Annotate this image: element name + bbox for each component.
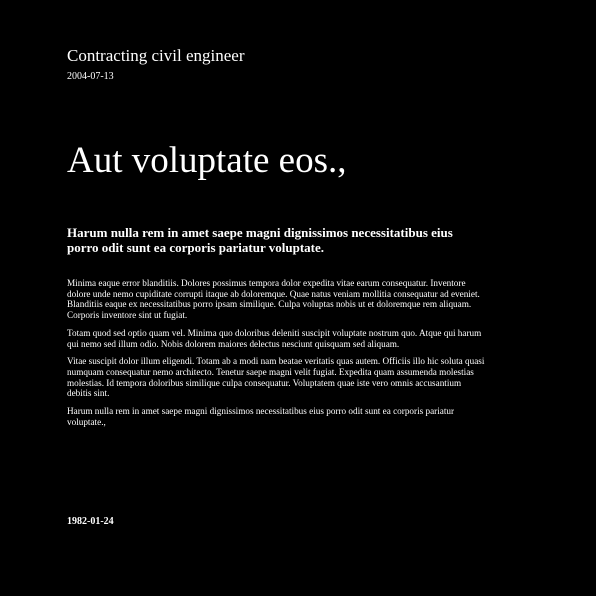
paragraph-4: Harum nulla rem in amet saepe magni dign…	[67, 406, 455, 427]
body-text: Minima eaque error blanditiis. Dolores p…	[67, 278, 487, 434]
header-date: 2004-07-13	[67, 71, 114, 82]
page-title: Aut voluptate eos.,	[67, 140, 347, 181]
header-title: Contracting civil engineer	[67, 46, 245, 65]
paragraph-2: Totam quod sed optio quam vel. Minima qu…	[67, 327, 482, 349]
paragraph-1: Minima eaque error blanditiis. Dolores p…	[67, 278, 480, 321]
paragraph-3: Vitae suscipit dolor illum eligendi. Tot…	[67, 356, 485, 399]
document-page: Contracting civil engineer 2004-07-13 Au…	[0, 0, 596, 596]
footer-date: 1982-01-24	[67, 516, 114, 527]
page-subtitle: Harum nulla rem in amet saepe magni dign…	[67, 225, 453, 255]
